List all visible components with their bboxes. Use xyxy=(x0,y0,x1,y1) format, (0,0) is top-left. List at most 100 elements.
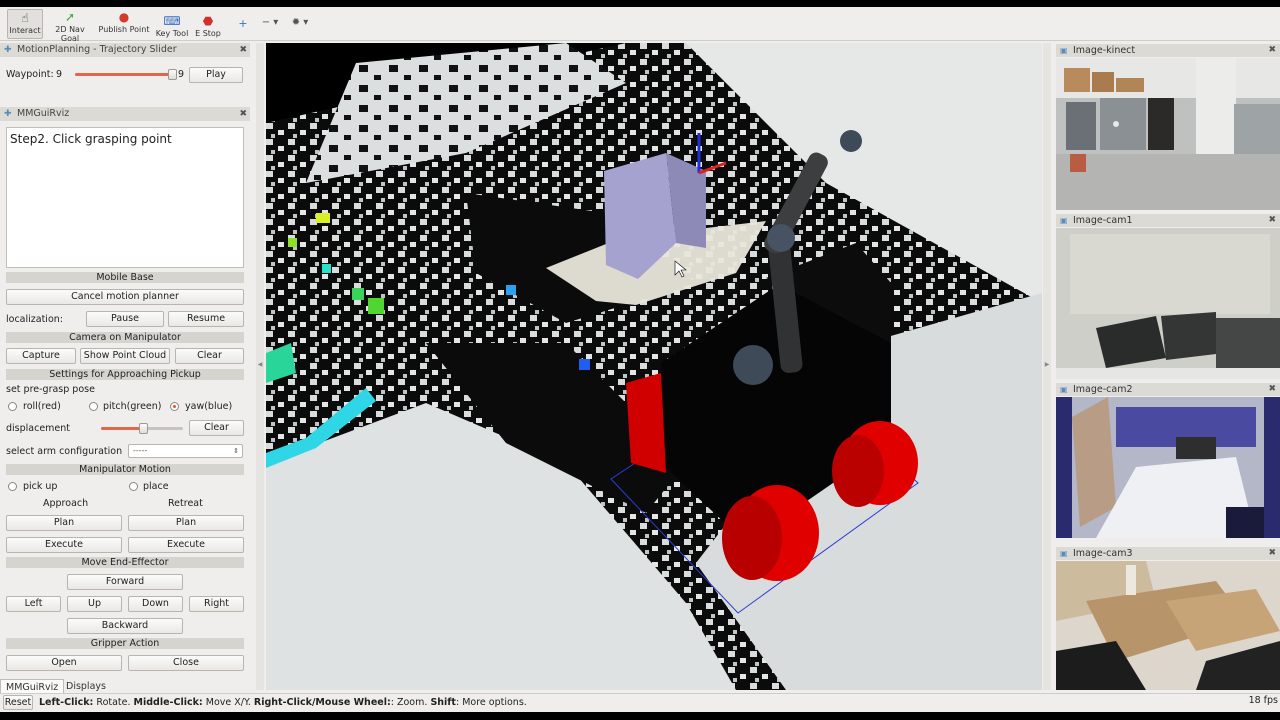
middle-click-key: Middle-Click: xyxy=(133,697,203,708)
close-icon[interactable]: ✖ xyxy=(239,107,247,121)
right-click-key: Right-Click/Mouse Wheel: xyxy=(253,697,391,708)
close-icon[interactable]: ✖ xyxy=(1268,383,1276,396)
gripper-open-button[interactable]: Open xyxy=(6,655,122,671)
cam1-image xyxy=(1056,228,1280,379)
yaw-radio[interactable] xyxy=(170,402,179,411)
tool-label: Publish Point xyxy=(98,25,150,34)
rviz-window: ☝ Interact ➚ 2D Nav Goal ● Publish Point… xyxy=(0,7,1280,712)
middle-click-desc: Move X/Y. xyxy=(205,697,251,708)
interact-tool[interactable]: ☝ Interact xyxy=(7,9,43,39)
forward-button[interactable]: Forward xyxy=(67,574,183,590)
camera-title: Image-cam3 xyxy=(1073,548,1133,559)
displacement-slider-handle[interactable] xyxy=(138,423,148,434)
green-arrow-icon: ➚ xyxy=(64,10,76,24)
close-icon[interactable]: ✖ xyxy=(1268,214,1276,227)
map-pin-icon: ● xyxy=(118,10,130,24)
waypoint-slider[interactable] xyxy=(75,69,177,80)
robot-wheel xyxy=(832,435,884,507)
instruction-text-box[interactable]: Step2. Click grasping point xyxy=(6,127,244,268)
toolbar: ☝ Interact ➚ 2D Nav Goal ● Publish Point… xyxy=(0,7,1280,43)
tool-label: E Stop xyxy=(195,29,221,38)
play-button[interactable]: Play xyxy=(189,67,243,83)
close-icon[interactable]: ✖ xyxy=(1268,44,1276,57)
pick-up-radio[interactable] xyxy=(8,482,17,491)
arm-config-select[interactable]: ----- ⇕ xyxy=(128,444,243,458)
waypoint-slider-fill xyxy=(75,73,173,76)
nav-goal-tool[interactable]: ➚ 2D Nav Goal xyxy=(46,9,94,43)
camera-title: Image-cam2 xyxy=(1073,384,1133,395)
close-icon[interactable]: ✖ xyxy=(1268,547,1276,560)
camera-header: Camera on Manipulator xyxy=(6,332,244,343)
robot-wheel xyxy=(722,496,782,580)
camera-view-kinect: ▣ Image-kinect ✖ xyxy=(1056,44,1280,210)
e-stop-tool[interactable]: ⬣ E Stop xyxy=(192,13,224,43)
up-button[interactable]: Up xyxy=(67,596,122,612)
pitch-radio[interactable] xyxy=(89,402,98,411)
retreat-plan-button[interactable]: Plan xyxy=(128,515,244,531)
camera-view-cam1: ▣ Image-cam1 ✖ xyxy=(1056,214,1280,379)
pitch-label: pitch(green) xyxy=(103,401,162,412)
right-button[interactable]: Right xyxy=(189,596,244,612)
robot-wheel xyxy=(626,373,666,473)
collapse-right-icon: ▶ xyxy=(1044,361,1050,368)
approach-plan-button[interactable]: Plan xyxy=(6,515,122,531)
waypoint-max: 9 xyxy=(178,69,185,80)
backward-button[interactable]: Backward xyxy=(67,618,183,634)
roll-radio[interactable] xyxy=(8,402,17,411)
cancel-motion-planner-button[interactable]: Cancel motion planner xyxy=(6,289,244,305)
reset-button[interactable]: Reset xyxy=(3,695,33,710)
image-icon: ▣ xyxy=(1060,216,1068,225)
retreat-execute-button[interactable]: Execute xyxy=(128,537,244,553)
robot-arm-joint xyxy=(840,130,862,152)
displacement-clear-button[interactable]: Clear xyxy=(189,420,244,436)
shift-key: Shift xyxy=(430,697,456,708)
camera-view-cam2: ▣ Image-cam2 ✖ xyxy=(1056,383,1280,546)
camera-image xyxy=(1056,397,1280,538)
settings-header: Settings for Approaching Pickup xyxy=(6,369,244,380)
stop-sign-icon: ⬣ xyxy=(202,14,214,28)
camera-title-bar: ▣ Image-cam2 ✖ xyxy=(1056,383,1280,396)
pause-button[interactable]: Pause xyxy=(86,311,164,327)
waypoint-label: Waypoint: xyxy=(6,69,54,80)
status-bar: Reset Left-Click: Rotate. Middle-Click: … xyxy=(0,693,1280,712)
select-arm-label: select arm configuration xyxy=(6,446,123,457)
right-splitter[interactable]: ▶ xyxy=(1043,43,1051,690)
camera-title-bar: ▣ Image-cam1 ✖ xyxy=(1056,214,1280,227)
scene-render xyxy=(266,43,1042,690)
image-icon: ▣ xyxy=(1060,385,1068,394)
instruction-text: Step2. Click grasping point xyxy=(10,132,172,146)
camera-view-cam3: ▣ Image-cam3 ✖ xyxy=(1056,547,1280,690)
place-radio[interactable] xyxy=(129,482,138,491)
show-point-cloud-button[interactable]: Show Point Cloud xyxy=(80,348,170,364)
approach-execute-button[interactable]: Execute xyxy=(6,537,122,553)
waypoint-value: 9 xyxy=(56,69,63,80)
tool-label: Key Tool xyxy=(155,29,189,38)
clear-camera-button[interactable]: Clear xyxy=(175,348,244,364)
capture-button[interactable]: Capture xyxy=(6,348,76,364)
point-cloud-cluster xyxy=(322,264,331,273)
localization-label: localization: xyxy=(6,314,63,325)
keyboard-icon: ⌨ xyxy=(163,14,181,28)
trajectory-slider-title: ✚ MotionPlanning - Trajectory Slider ✖ xyxy=(0,43,250,57)
3d-viewport[interactable] xyxy=(266,43,1042,690)
robot-arm-joint xyxy=(767,224,795,252)
resume-button[interactable]: Resume xyxy=(168,311,244,327)
close-icon[interactable]: ✖ xyxy=(239,43,247,57)
image-icon: ▣ xyxy=(1060,549,1068,558)
camera-title: Image-kinect xyxy=(1073,45,1136,56)
gripper-close-button[interactable]: Close xyxy=(128,655,244,671)
camera-image xyxy=(1056,561,1280,690)
left-splitter[interactable]: ◀ xyxy=(256,43,264,690)
left-button[interactable]: Left xyxy=(6,596,61,612)
key-tool[interactable]: ⌨ Key Tool xyxy=(155,13,189,43)
mmgui-panel-title: ✚ MMGuiRviz ✖ xyxy=(0,107,250,121)
down-button[interactable]: Down xyxy=(128,596,183,612)
retreat-label: Retreat xyxy=(168,498,203,509)
camera-title-bar: ▣ Image-kinect ✖ xyxy=(1056,44,1280,57)
waypoint-slider-handle[interactable] xyxy=(168,69,177,80)
publish-point-tool[interactable]: ● Publish Point xyxy=(98,9,150,39)
hand-icon: ☝ xyxy=(21,11,29,25)
displacement-slider-fill xyxy=(101,427,144,430)
arm-config-value: ----- xyxy=(133,446,148,455)
displacement-slider[interactable] xyxy=(101,423,183,434)
